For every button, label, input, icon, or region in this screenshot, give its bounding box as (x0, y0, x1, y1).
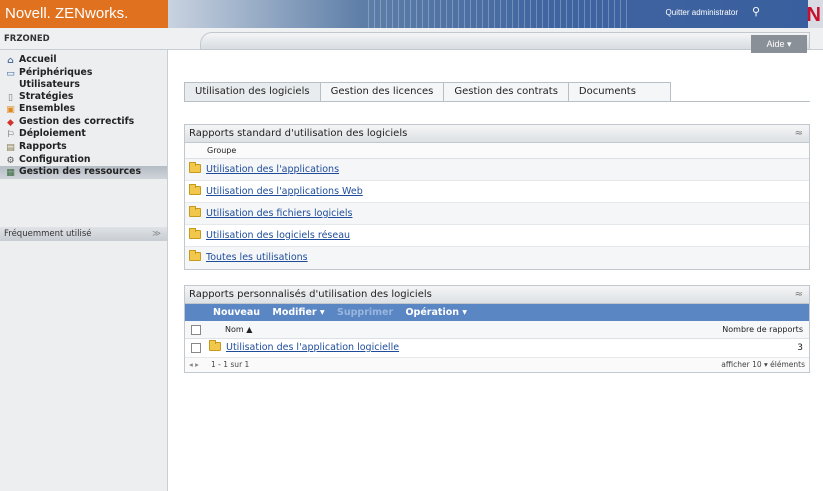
report-count: 3 (797, 343, 803, 353)
home-icon: ⌂ (7, 56, 14, 66)
panel-header: Rapports personnalisés d'utilisation des… (185, 286, 809, 304)
report-icon: ▤ (6, 142, 15, 153)
zenworks-logo: Novell. ZENworks. (0, 0, 168, 28)
sidebar-item-home[interactable]: ⌂ Accueil (0, 54, 167, 67)
row-checkbox[interactable] (191, 343, 201, 353)
new-button[interactable]: Nouveau (213, 307, 260, 318)
sidebar-item-policies[interactable]: ▯ Stratégies (0, 91, 167, 104)
folder-icon (189, 250, 201, 261)
table-row: Utilisation des l'application logicielle… (185, 339, 809, 358)
standard-reports-panel: Rapports standard d'utilisation des logi… (184, 124, 810, 270)
chevron-double-right-icon[interactable]: ≫ (152, 227, 161, 241)
action-bar: Nouveau Modifier ▾ Supprimer Opération ▾ (185, 304, 809, 321)
report-folder-link[interactable]: Utilisation des l'application logicielle (226, 342, 399, 353)
sidebar-item-label: Stratégies (19, 90, 74, 102)
frequently-used-label: Fréquemment utilisé (4, 229, 92, 239)
sidebar-item-label: Déploiement (19, 128, 86, 140)
top-bar: Novell. ZENworks. Quitter administrator … (0, 0, 823, 28)
list-item: Utilisation des logiciels réseau (185, 225, 809, 247)
subbar-tab-strip (200, 32, 810, 50)
novell-n-logo: N (806, 4, 821, 26)
help-button[interactable]: Aide ▾ (751, 35, 807, 53)
folder-icon (189, 184, 201, 195)
pagination-bar: ◂ ▸ 1 - 1 sur 1 afficher 10 ▾ éléments (185, 358, 809, 372)
report-group-link[interactable]: Toutes les utilisations (206, 252, 308, 263)
header-banner: Quitter administrator ⚲ (168, 0, 808, 28)
key-icon[interactable]: ⚲ (752, 5, 766, 19)
report-group-link[interactable]: Utilisation des logiciels réseau (206, 230, 350, 241)
sidebar-item-label: Ensembles (19, 103, 76, 115)
zone-name: FRZONED (4, 34, 50, 44)
sidebar-item-label: Accueil (19, 54, 57, 65)
panel-title: Rapports personnalisés d'utilisation des… (189, 289, 432, 300)
sidebar-item-label: Rapports (19, 140, 67, 152)
custom-reports-panel: Rapports personnalisés d'utilisation des… (184, 285, 810, 373)
sidebar-item-label: Gestion des correctifs (19, 115, 135, 127)
list-item: Toutes les utilisations (185, 247, 809, 269)
table-header: Nom ▲ Nombre de rapports (185, 321, 809, 339)
sidebar-item-label: Gestion des ressources (19, 166, 141, 178)
sidebar-item-bundles[interactable]: ▣ Ensembles (0, 103, 167, 116)
tab-bar: Utilisation des logiciels Gestion des li… (184, 82, 671, 101)
deployment-icon: ⚐ (6, 130, 15, 141)
folder-icon (189, 206, 201, 217)
operation-button[interactable]: Opération ▾ (405, 307, 467, 318)
sidebar-item-label: Périphériques (19, 66, 93, 78)
logout-link[interactable]: Quitter administrator (666, 8, 738, 17)
folder-icon (189, 228, 201, 239)
list-item: Utilisation des l'applications Web (185, 181, 809, 203)
document-icon: ▯ (8, 92, 13, 103)
sidebar-item-devices[interactable]: ▭ Périphériques Utilisateurs (0, 67, 167, 91)
edit-button[interactable]: Modifier ▾ (272, 307, 324, 318)
patch-icon: ◆ (7, 117, 14, 128)
panel-title: Rapports standard d'utilisation des logi… (189, 128, 408, 139)
tab-documents[interactable]: Documents (567, 82, 671, 101)
folder-icon (189, 162, 201, 173)
column-header-group: Groupe (185, 143, 809, 159)
page-arrows-icon[interactable]: ◂ ▸ (189, 358, 199, 371)
column-header-report-count: Nombre de rapports (722, 325, 803, 334)
tab-divider (184, 101, 810, 102)
sidebar-item-reports[interactable]: ▤ Rapports (0, 141, 167, 154)
page-size-select[interactable]: afficher 10 ▾ éléments (721, 358, 805, 371)
list-item: Utilisation des fichiers logiciels (185, 203, 809, 225)
report-group-link[interactable]: Utilisation des fichiers logiciels (206, 208, 352, 219)
tab-contract-management[interactable]: Gestion des contrats (443, 82, 569, 101)
sidebar-item-asset-management[interactable]: ▦ Gestion des ressources (0, 166, 167, 179)
select-all-checkbox[interactable] (191, 325, 201, 335)
report-group-link[interactable]: Utilisation des l'applications (206, 164, 339, 175)
report-group-list: Utilisation des l'applications Utilisati… (185, 159, 809, 269)
report-group-link[interactable]: Utilisation des l'applications Web (206, 186, 363, 197)
sidebar-nav: ⌂ Accueil ▭ Périphériques Utilisateurs ▯ St… (0, 50, 167, 179)
monitor-icon: ▭ (6, 68, 15, 79)
sidebar-item-users[interactable]: Utilisateurs (5, 79, 167, 91)
panel-header: Rapports standard d'utilisation des logi… (185, 125, 809, 143)
sidebar: ⌂ Accueil ▭ Périphériques Utilisateurs ▯ St… (0, 50, 168, 491)
collapse-icon[interactable]: ≈ (795, 125, 803, 142)
gear-icon: ⚙ (6, 155, 15, 166)
collapse-icon[interactable]: ≈ (795, 286, 803, 303)
sidebar-item-patches[interactable]: ◆ Gestion des correctifs (0, 116, 167, 129)
bundle-icon: ▣ (6, 105, 15, 116)
tab-license-management[interactable]: Gestion des licences (319, 82, 445, 101)
column-header-name[interactable]: Nom ▲ (225, 321, 252, 338)
page-range: 1 - 1 sur 1 (211, 360, 250, 369)
list-item: Utilisation des l'applications (185, 159, 809, 181)
frequently-used-header[interactable]: Fréquemment utilisé ≫ (0, 227, 167, 241)
banner-pattern (368, 0, 628, 28)
asset-icon: ▦ (6, 168, 15, 179)
sidebar-item-deployment[interactable]: ⚐ Déploiement (0, 128, 167, 141)
tab-software-usage[interactable]: Utilisation des logiciels (184, 82, 321, 101)
sidebar-item-label: Configuration (19, 153, 91, 165)
row-name: Utilisation des l'application logicielle (209, 339, 399, 357)
sidebar-item-configuration[interactable]: ⚙ Configuration (0, 154, 167, 167)
zone-bar: FRZONED (0, 28, 823, 50)
folder-icon (209, 340, 221, 351)
delete-button[interactable]: Supprimer (337, 307, 393, 318)
